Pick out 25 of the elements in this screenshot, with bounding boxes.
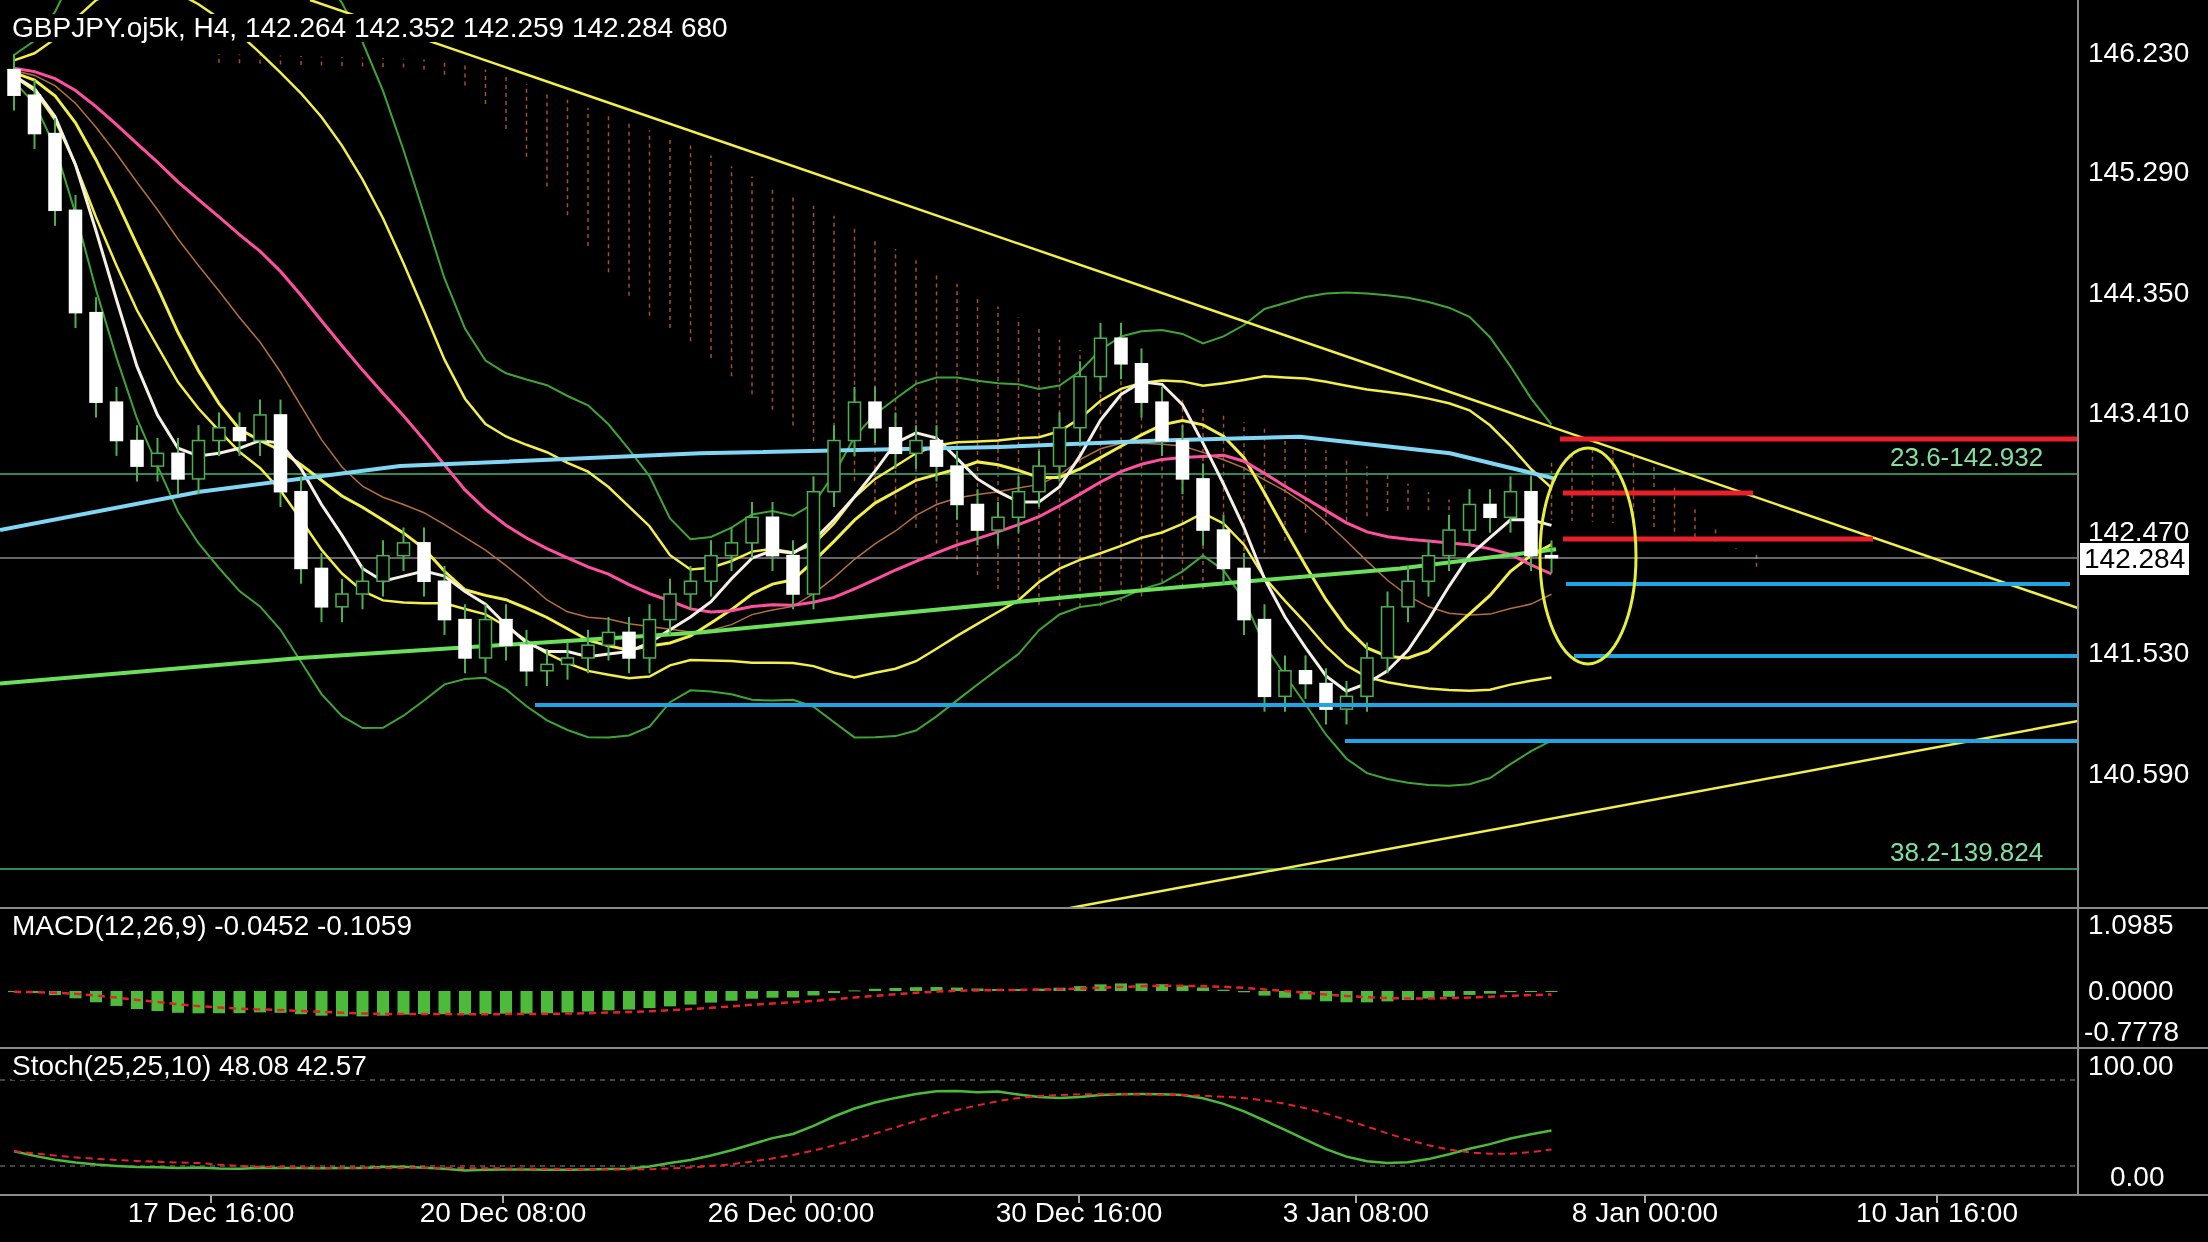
fibonacci-label: 38.2-139.824 — [1890, 839, 2044, 865]
time-label: 3 Jan 08:00 — [1282, 1199, 1430, 1227]
indicator-title: MACD(12,26,9) -0.0452 -0.1059 — [12, 912, 412, 940]
axis-label: 0.00 — [2110, 1163, 2165, 1191]
axis-label: 100.00 — [2088, 1052, 2174, 1080]
time-label: 10 Jan 16:00 — [1856, 1199, 2018, 1227]
axis-label: 1.0985 — [2088, 911, 2174, 939]
time-label: 8 Jan 00:00 — [1571, 1199, 1719, 1227]
price-label: 140.590 — [2088, 760, 2190, 788]
time-label: 26 Dec 00:00 — [707, 1199, 875, 1227]
price-label: 146.230 — [2088, 39, 2190, 67]
price-label: 141.530 — [2088, 639, 2190, 667]
price-label: 143.410 — [2088, 399, 2190, 427]
price-label: 145.290 — [2088, 158, 2190, 186]
axis-label: -0.7778 — [2084, 1018, 2179, 1046]
price-label: 144.350 — [2088, 279, 2190, 307]
axis-label: 0.0000 — [2088, 977, 2174, 1005]
time-label: 30 Dec 16:00 — [995, 1199, 1163, 1227]
price-label: 142.470 — [2088, 518, 2190, 546]
chart-title: GBPJPY.oj5k, H4, 142.264 142.352 142.259 142.284 680 — [12, 14, 728, 42]
current-price-label: 142.284 — [2080, 543, 2190, 575]
indicator-title: Stoch(25,25,10) 48.08 42.57 — [12, 1052, 367, 1080]
time-label: 20 Dec 08:00 — [419, 1199, 587, 1227]
fibonacci-label: 23.6-142.932 — [1890, 444, 2044, 470]
time-label: 17 Dec 16:00 — [127, 1199, 295, 1227]
